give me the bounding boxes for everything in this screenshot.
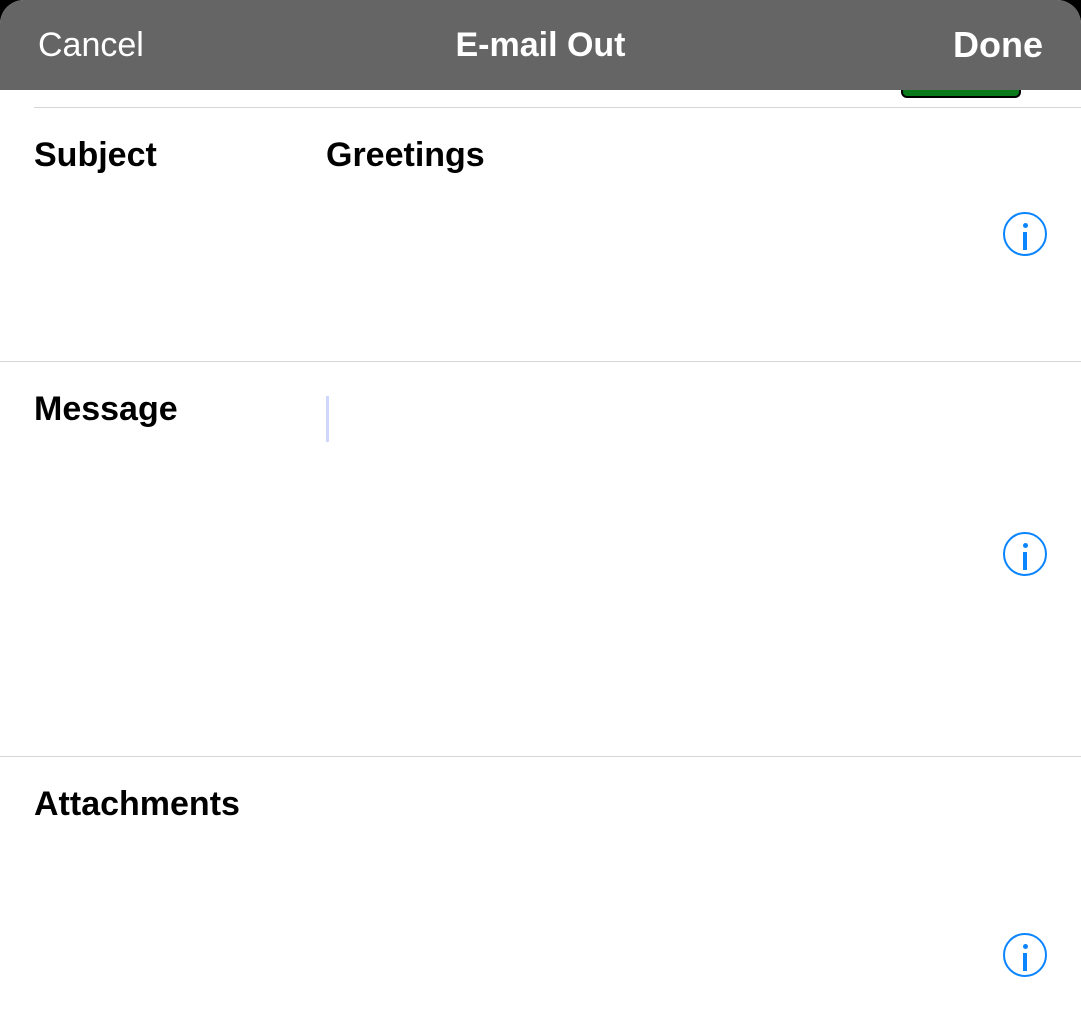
attachments-section: Attachments [0,757,1081,1017]
message-label: Message [34,386,326,429]
email-out-modal: Cancel E-mail Out Done Subject Greetings… [0,0,1081,1017]
subject-section: Subject Greetings [0,108,1081,362]
message-field[interactable] [326,386,1047,442]
modal-title: E-mail Out [455,26,625,65]
status-indicator [901,90,1021,98]
done-button[interactable]: Done [953,24,1043,66]
info-icon[interactable] [1003,212,1047,256]
attachments-label: Attachments [34,781,326,824]
attachments-field[interactable] [326,781,1047,785]
modal-header: Cancel E-mail Out Done [0,0,1081,90]
subject-label: Subject [34,132,326,175]
cancel-button[interactable]: Cancel [38,26,144,65]
subject-field[interactable]: Greetings [326,132,1047,175]
info-icon[interactable] [1003,933,1047,977]
info-icon[interactable] [1003,532,1047,576]
message-section: Message [0,362,1081,757]
text-cursor [326,396,330,442]
modal-content: Subject Greetings Message Attachments [0,90,1081,1017]
